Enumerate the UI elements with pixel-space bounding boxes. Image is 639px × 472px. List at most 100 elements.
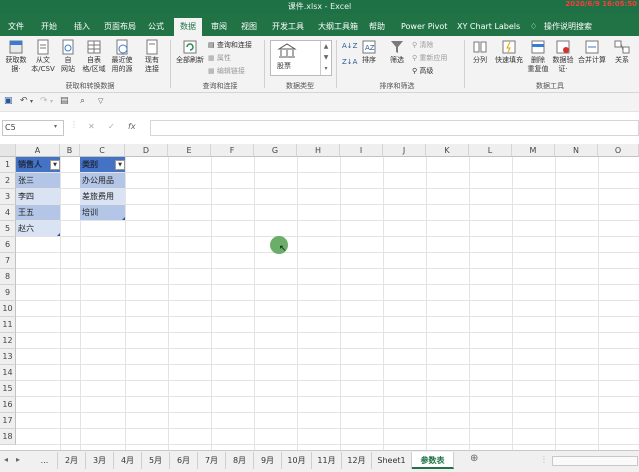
row-header[interactable]: 6 — [0, 237, 16, 253]
tab-file[interactable]: 文件 — [8, 19, 24, 34]
col-header-c[interactable]: C — [80, 144, 125, 157]
redo-dropdown-icon[interactable]: ▾ — [50, 98, 53, 105]
sheet-tab[interactable]: 3月 — [86, 452, 114, 469]
enter-icon[interactable]: ✓ — [108, 122, 115, 131]
tab-developer[interactable]: 开发工具 — [272, 19, 304, 34]
cancel-icon[interactable]: ✕ — [88, 122, 95, 131]
filter-button[interactable]: 筛选 — [386, 39, 408, 65]
table1-resize-handle[interactable] — [57, 233, 60, 236]
table1-cell[interactable]: 李四 — [16, 189, 60, 204]
tell-me-search[interactable]: 操作说明搜索 — [544, 19, 592, 34]
row-header[interactable]: 11 — [0, 317, 16, 333]
sheet-tab[interactable]: 10月 — [282, 452, 312, 469]
consolidate-button[interactable]: 合并计算 — [576, 39, 608, 65]
sheet-tab[interactable]: 11月 — [312, 452, 342, 469]
row-header[interactable]: 13 — [0, 349, 16, 365]
prev-sheet-icon[interactable]: ◂ — [4, 455, 8, 464]
clear-button[interactable]: ⚲ 清除 — [412, 40, 433, 50]
text-to-columns-button[interactable]: 分列 — [468, 39, 492, 65]
col-header-i[interactable]: I — [340, 144, 383, 157]
row-header[interactable]: 3 — [0, 189, 16, 205]
filter-dropdown-icon[interactable]: ▼ — [115, 160, 125, 170]
properties-button[interactable]: ▦ 属性 — [208, 53, 231, 63]
table1-cell[interactable]: 赵六 — [16, 221, 60, 236]
remove-duplicates-button[interactable]: 删除 重复值 — [526, 39, 550, 74]
from-text-button[interactable]: 从文 本/CSV — [30, 39, 56, 74]
from-table-button[interactable]: 自表 格/区域 — [80, 39, 108, 74]
sheet-tab[interactable]: 2月 — [58, 452, 86, 469]
col-header-g[interactable]: G — [254, 144, 297, 157]
sheet-tab[interactable]: 9月 — [254, 452, 282, 469]
sheet-tab[interactable]: 4月 — [114, 452, 142, 469]
gallery-scroll[interactable]: ▲ ▼ ▾ — [320, 41, 331, 75]
undo-dropdown-icon[interactable]: ▾ — [30, 98, 33, 105]
advanced-button[interactable]: ⚲ 高级 — [412, 66, 433, 76]
row-header[interactable]: 15 — [0, 381, 16, 397]
tab-view[interactable]: 视图 — [241, 19, 257, 34]
row-header[interactable]: 1 — [0, 157, 16, 173]
row-header[interactable]: 9 — [0, 285, 16, 301]
data-validation-button[interactable]: 数据验 证· — [551, 39, 575, 74]
sheet-tab[interactable]: 7月 — [198, 452, 226, 469]
data-types-gallery[interactable]: 股票 ▲ ▼ ▾ — [270, 40, 332, 76]
col-header-f[interactable]: F — [211, 144, 254, 157]
table2-cell[interactable]: 办公用品 — [80, 173, 125, 188]
refresh-all-button[interactable]: 全部刷新 — [174, 39, 206, 65]
row-header[interactable]: 2 — [0, 173, 16, 189]
sheet-tab[interactable]: Sheet1 — [372, 452, 412, 469]
row-header[interactable]: 10 — [0, 301, 16, 317]
col-header-e[interactable]: E — [168, 144, 211, 157]
col-header-b[interactable]: B — [60, 144, 80, 157]
tab-formulas[interactable]: 公式 — [148, 19, 164, 34]
row-header[interactable]: 14 — [0, 365, 16, 381]
print-preview-icon[interactable]: ▤ — [60, 96, 69, 106]
sheet-tab[interactable]: 8月 — [226, 452, 254, 469]
col-header-n[interactable]: N — [555, 144, 598, 157]
table1-cell[interactable]: 张三 — [16, 173, 60, 188]
sheet-tab-active[interactable]: 参数表 — [412, 452, 454, 469]
col-header-h[interactable]: H — [297, 144, 340, 157]
formula-input[interactable] — [150, 120, 639, 136]
insert-function-icon[interactable]: fx — [128, 122, 136, 131]
table2-resize-handle[interactable] — [122, 217, 125, 220]
worksheet-grid[interactable]: A B C D E F G H I J K L M N O 1 2 3 4 5 … — [0, 144, 639, 450]
existing-connections-button[interactable]: 现有 连接 — [140, 39, 164, 74]
sheet-tab[interactable]: 5月 — [142, 452, 170, 469]
zoom-icon[interactable]: ⌕ — [80, 96, 85, 106]
sort-asc-icon[interactable]: A↓Z — [342, 42, 357, 50]
get-data-button[interactable]: 获取数 据· — [3, 39, 29, 74]
row-header[interactable]: 16 — [0, 397, 16, 413]
sheet-tab-more[interactable]: ... — [32, 452, 58, 469]
col-header-o[interactable]: O — [598, 144, 639, 157]
col-header-m[interactable]: M — [512, 144, 555, 157]
col-header-a[interactable]: A — [16, 144, 60, 157]
relationships-button[interactable]: 关系 — [610, 39, 634, 65]
name-box-dropdown-icon[interactable]: ▾ — [54, 123, 57, 130]
col-header-d[interactable]: D — [125, 144, 168, 157]
row-header[interactable]: 12 — [0, 333, 16, 349]
sort-desc-icon[interactable]: Z↓A — [342, 58, 357, 66]
filter-dropdown-icon[interactable]: ▼ — [50, 160, 60, 170]
tab-home[interactable]: 开始 — [41, 19, 57, 34]
undo-icon[interactable]: ↶ — [20, 96, 28, 106]
customize-toolbar-icon[interactable]: ▽ — [98, 97, 103, 105]
row-header[interactable]: 18 — [0, 429, 16, 445]
row-header[interactable]: 17 — [0, 413, 16, 429]
from-web-button[interactable]: 自网站 — [58, 39, 78, 74]
save-icon[interactable]: ▣ — [4, 96, 13, 106]
sheet-tab[interactable]: 6月 — [170, 452, 198, 469]
row-header[interactable]: 8 — [0, 269, 16, 285]
row-header[interactable]: 7 — [0, 253, 16, 269]
col-header-k[interactable]: K — [426, 144, 469, 157]
tab-help[interactable]: 帮助 — [369, 19, 385, 34]
horizontal-scrollbar[interactable] — [552, 456, 638, 466]
add-sheet-icon[interactable]: ⊕ — [470, 453, 478, 464]
recent-sources-button[interactable]: 最近使 用的源 — [108, 39, 136, 74]
sheet-tab[interactable]: 12月 — [342, 452, 372, 469]
row-header[interactable]: 5 — [0, 221, 16, 237]
tab-outline-tools[interactable]: 大纲工具箱 — [318, 19, 358, 34]
redo-icon[interactable]: ↷ — [40, 96, 48, 106]
tab-review[interactable]: 审阅 — [211, 19, 227, 34]
sort-button[interactable]: AZ 排序 — [358, 39, 380, 65]
tab-power-pivot[interactable]: Power Pivot — [401, 19, 447, 34]
